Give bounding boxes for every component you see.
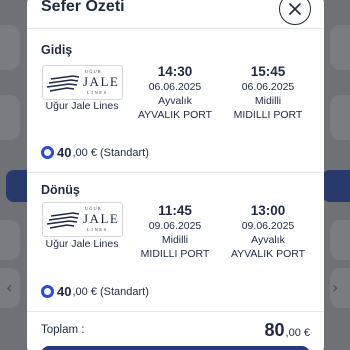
arrival-date: 09.06.2025 bbox=[241, 220, 295, 232]
divider bbox=[27, 311, 324, 312]
trip-summary-modal: Sefer Özeti Gidiş UĞUR JALE LINES Uğur J… bbox=[27, 0, 324, 350]
chevron-right-icon: › bbox=[332, 278, 339, 297]
total-label: Toplam : bbox=[41, 324, 85, 336]
background-card bbox=[330, 95, 350, 140]
modal-title: Sefer Özeti bbox=[41, 0, 125, 15]
return-label: Dönüş bbox=[41, 183, 80, 197]
background-card bbox=[0, 25, 20, 70]
logo-text-bottom: LINES bbox=[87, 90, 108, 95]
company-name: Uğur Jale Lines bbox=[45, 238, 119, 250]
total-amount: 80 bbox=[264, 320, 285, 340]
outbound-label: Gidiş bbox=[41, 43, 73, 57]
divider bbox=[27, 28, 324, 29]
total-value: 80 ,00 € bbox=[265, 320, 311, 341]
close-icon bbox=[289, 3, 301, 15]
background-card bbox=[330, 25, 350, 70]
company-name: Uğur Jale Lines bbox=[45, 100, 119, 112]
outbound-fare-option[interactable]: 40 ,00 € (Standart) bbox=[41, 145, 149, 160]
price-amount: 40 bbox=[57, 284, 72, 299]
chevron-left-icon: ‹ bbox=[6, 278, 13, 297]
confirm-button[interactable] bbox=[41, 346, 310, 350]
background-search-button bbox=[322, 170, 350, 202]
radio-selected-icon[interactable] bbox=[41, 146, 54, 159]
close-button[interactable] bbox=[279, 0, 311, 25]
company-logo: UĞUR JALE LINES bbox=[42, 202, 123, 237]
logo-text-main: JALE bbox=[83, 211, 120, 226]
total-decimal: ,00 € bbox=[285, 327, 310, 339]
logo-text-bottom: LINES bbox=[87, 227, 108, 232]
background-card bbox=[0, 95, 20, 140]
arrival-date: 06.06.2025 bbox=[241, 81, 295, 93]
background-card bbox=[0, 220, 20, 260]
arrival-time: 15:45 bbox=[250, 64, 286, 79]
logo-text-main: JALE bbox=[83, 74, 120, 89]
return-fare-option[interactable]: 40 ,00 € (Standart) bbox=[41, 284, 149, 299]
divider bbox=[27, 172, 324, 173]
price-amount: 40 bbox=[57, 145, 72, 160]
arrival-city: Midilli bbox=[254, 95, 282, 107]
arrival-city: Ayvalık bbox=[251, 234, 285, 246]
arrival-info: 13:00 09.06.2025 Ayvalık AYVALIK PORT bbox=[213, 203, 323, 261]
wave-logo-icon bbox=[46, 75, 80, 92]
radio-selected-icon[interactable] bbox=[41, 285, 54, 298]
company-logo: UĞUR JALE LINES bbox=[42, 65, 123, 100]
arrival-port: MIDILLI PORT bbox=[233, 109, 303, 121]
arrival-info: 15:45 06.06.2025 Midilli MIDILLI PORT bbox=[213, 64, 323, 122]
wave-logo-icon bbox=[46, 212, 80, 229]
price-suffix: ,00 € (Standart) bbox=[72, 285, 149, 298]
price-suffix: ,00 € (Standart) bbox=[72, 146, 149, 159]
arrival-time: 13:00 bbox=[250, 203, 286, 218]
arrival-port: AYVALIK PORT bbox=[230, 248, 306, 260]
background-card bbox=[330, 220, 350, 260]
